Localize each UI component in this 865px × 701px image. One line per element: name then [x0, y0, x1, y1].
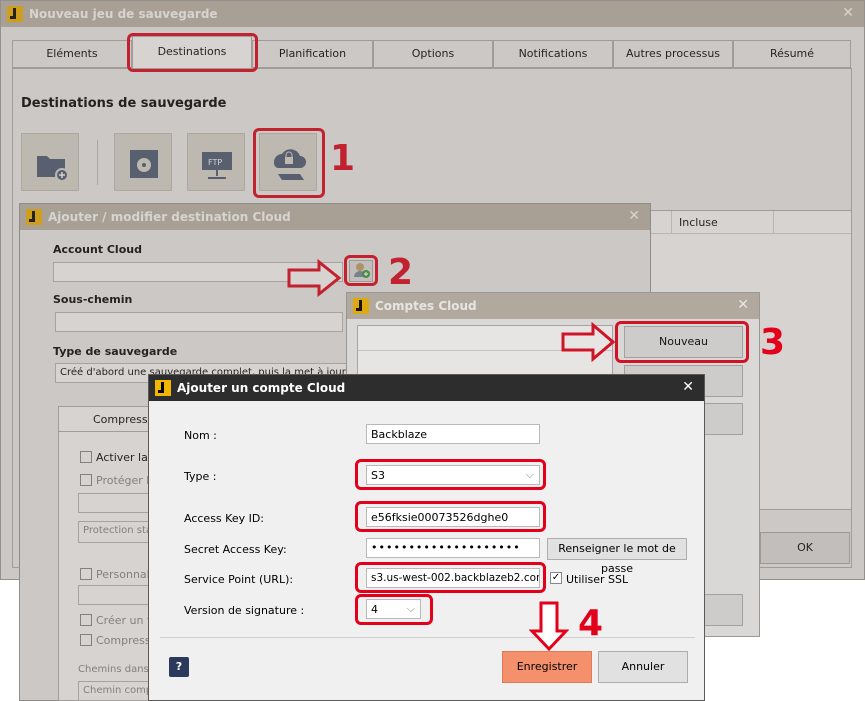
add-ftp-destination-button[interactable]: FTP — [187, 133, 245, 191]
svg-text:FTP: FTP — [208, 158, 222, 167]
subpath-field[interactable] — [55, 312, 343, 332]
annotation-box-1 — [253, 128, 325, 198]
type-label: Type : — [184, 470, 217, 483]
annotation-number-4: 4 — [578, 603, 604, 644]
compression-panel — [58, 431, 158, 701]
tab-elements[interactable]: Eléments — [12, 40, 132, 68]
main-window-title: Nouveau jeu de sauvegarde — [29, 7, 218, 21]
cloud-destination-titlebar: Ajouter / modifier destination Cloud ✕ — [20, 204, 650, 230]
toolbar-separator — [97, 140, 98, 185]
compress-checkbox[interactable] — [80, 634, 92, 646]
annotation-box-signature — [355, 594, 433, 625]
create-label: Créer un fi — [96, 614, 154, 627]
tab-notifications[interactable]: Notifications — [493, 40, 613, 68]
secret-key-field[interactable]: •••••••••••••••••••• — [366, 538, 540, 558]
tab-options[interactable]: Options — [373, 40, 493, 68]
app-logo-icon — [155, 380, 171, 396]
annotation-box-destinations — [127, 33, 258, 72]
close-icon[interactable]: ✕ — [737, 297, 749, 313]
activate-checkbox[interactable] — [80, 451, 92, 463]
close-accounts-button[interactable] — [704, 594, 743, 626]
ssl-checkbox[interactable]: ✓ — [550, 572, 562, 584]
tab-resume[interactable]: Résumé — [733, 40, 851, 68]
signature-label: Version de signature : — [184, 604, 305, 617]
access-key-label: Access Key ID: — [184, 512, 265, 525]
protect-checkbox[interactable] — [80, 474, 92, 486]
personalize-checkbox[interactable] — [80, 568, 92, 580]
tab-autres-processus[interactable]: Autres processus — [613, 40, 733, 68]
annotation-arrow-4-icon — [529, 601, 569, 652]
cloud-accounts-titlebar: Comptes Cloud ✕ — [347, 293, 759, 319]
backup-type-label: Type de sauvegarde — [53, 345, 178, 358]
close-icon[interactable]: ✕ — [682, 379, 694, 395]
fill-password-button[interactable]: Renseigner le mot de passe — [547, 538, 687, 575]
header-divider — [671, 211, 672, 234]
close-icon[interactable]: ✕ — [842, 5, 854, 21]
secret-key-label: Secret Access Key: — [184, 543, 287, 556]
annotation-arrow-2-icon — [287, 259, 342, 297]
cloud-destination-title: Ajouter / modifier destination Cloud — [48, 210, 291, 224]
account-cloud-label: Account Cloud — [53, 243, 142, 256]
add-account-titlebar: Ajouter un compte Cloud ✕ — [149, 375, 704, 401]
add-disk-destination-button[interactable] — [114, 133, 172, 191]
annotation-box-service-point — [355, 562, 546, 593]
annotation-number-3: 3 — [760, 322, 786, 363]
annotation-number-1: 1 — [330, 138, 356, 179]
name-label: Nom : — [184, 429, 217, 442]
ok-button[interactable]: OK — [760, 532, 850, 564]
annotation-box-2 — [344, 255, 378, 286]
disk-icon — [130, 150, 158, 178]
app-logo-icon — [7, 6, 23, 22]
ftp-icon: FTP — [202, 152, 232, 179]
close-icon[interactable]: ✕ — [628, 208, 640, 224]
paths-select[interactable]: Chemin compl — [78, 681, 158, 701]
tab-planification[interactable]: Planification — [252, 40, 373, 68]
protection-select[interactable]: Protection sta — [78, 521, 158, 543]
service-point-label: Service Point (URL): — [184, 573, 294, 586]
folder-add-icon — [37, 156, 69, 182]
add-folder-destination-button[interactable] — [21, 133, 79, 191]
list-header-included: Incluse — [679, 216, 718, 229]
help-icon: ? — [175, 660, 183, 673]
annotation-arrow-3-icon — [561, 322, 616, 362]
help-button[interactable]: ? — [169, 657, 189, 677]
protect-password-field[interactable] — [78, 493, 158, 513]
annotation-box-access-key — [355, 501, 546, 532]
personalize-field[interactable] — [78, 585, 158, 605]
main-window-titlebar: Nouveau jeu de sauvegarde ✕ — [1, 1, 864, 27]
paths-label: Chemins dans — [78, 664, 149, 675]
annotation-box-3 — [615, 321, 749, 363]
compression-tab[interactable]: Compressio — [58, 406, 157, 432]
name-field[interactable]: Backblaze — [366, 424, 540, 444]
subpath-label: Sous-chemin — [53, 293, 133, 306]
cloud-accounts-title: Comptes Cloud — [375, 299, 477, 313]
list-header: Incluse — [651, 211, 851, 234]
ssl-label: Utiliser SSL — [566, 573, 629, 586]
annotation-box-type — [355, 459, 546, 490]
save-button[interactable]: Enregistrer — [502, 651, 592, 683]
cancel-button[interactable]: Annuler — [598, 651, 688, 683]
section-title: Destinations de sauvegarde — [21, 96, 227, 111]
footer-divider — [160, 637, 695, 638]
create-checkbox[interactable] — [80, 614, 92, 626]
app-logo-icon — [353, 298, 369, 314]
annotation-number-2: 2 — [388, 252, 414, 293]
header-divider — [773, 211, 774, 234]
add-account-title: Ajouter un compte Cloud — [177, 381, 346, 395]
app-logo-icon — [26, 209, 42, 225]
